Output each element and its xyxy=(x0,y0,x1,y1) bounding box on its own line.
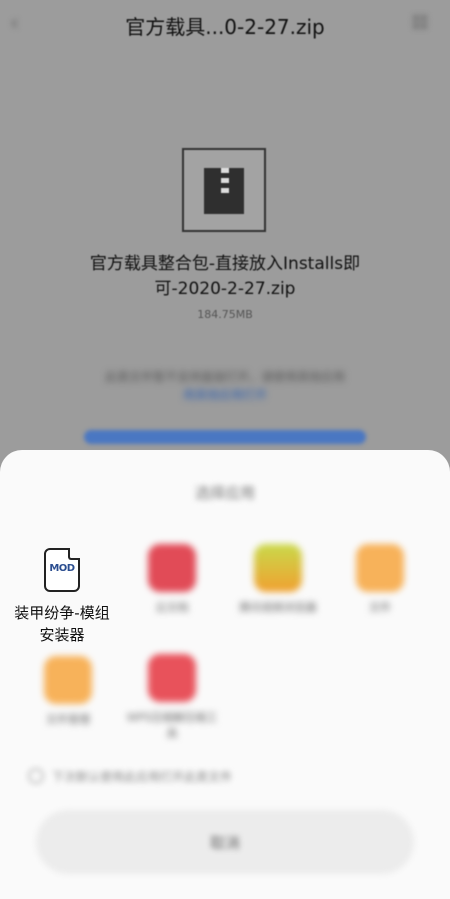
app-label: 云文档 xyxy=(155,601,189,614)
green-yellow-app-icon xyxy=(254,544,302,592)
hint-text: 此类文件暂不支持直接打开，请使用其他应用 xyxy=(104,370,345,384)
header-bar: ‹ 官方载具...0-2-27.zip xyxy=(0,0,450,50)
app-label: 装甲纷争-模组安装器 xyxy=(14,604,110,644)
more-icon[interactable] xyxy=(412,14,432,34)
remember-checkbox[interactable] xyxy=(28,768,44,784)
back-icon[interactable]: ‹ xyxy=(10,13,30,35)
app-label: 腾讯视频浏览器 xyxy=(239,601,317,614)
file-name: 官方载具整合包-直接放入Installs即可-2020-2-27.zip xyxy=(89,254,361,299)
app-mod-installer[interactable]: MOD 装甲纷争-模组安装器 xyxy=(12,548,112,646)
mod-file-icon: MOD xyxy=(44,548,80,592)
folder-icon xyxy=(44,656,92,704)
app-label: 文件 xyxy=(369,601,391,614)
file-size: 184.75MB xyxy=(197,308,253,321)
sheet-title: 选择应用 xyxy=(194,484,255,502)
remember-choice-row[interactable]: 下次默认使用此应用打开此类文件 xyxy=(28,766,288,786)
open-with-link[interactable]: 用其他应用打开 xyxy=(183,388,267,402)
app-video-browser[interactable]: 腾讯视频浏览器 xyxy=(228,544,328,616)
folder-icon xyxy=(356,544,404,592)
app-chooser-sheet: 选择应用 MOD 装甲纷争-模组安装器 云文档 腾讯视频浏览器 文件 文件管理 … xyxy=(0,450,450,899)
red-square-app-icon xyxy=(148,654,196,702)
app-cloud-docs[interactable]: 云文档 xyxy=(122,544,222,616)
app-label: 文件管理 xyxy=(46,713,90,726)
page-title: 官方载具...0-2-27.zip xyxy=(125,14,325,39)
open-with-button[interactable] xyxy=(84,430,366,444)
app-label: WPS压缩解压缩工具 xyxy=(126,711,218,740)
app-files[interactable]: 文件 xyxy=(330,544,430,616)
cancel-button[interactable]: 取消 xyxy=(36,810,414,874)
unsupported-hint: 此类文件暂不支持直接打开，请使用其他应用 用其他应用打开 xyxy=(50,368,400,404)
app-wps-unzip[interactable]: WPS压缩解压缩工具 xyxy=(122,654,222,742)
zip-file-icon xyxy=(182,148,266,232)
app-file-manager[interactable]: 文件管理 xyxy=(18,656,118,728)
remember-label: 下次默认使用此应用打开此类文件 xyxy=(52,769,233,784)
red-app-icon xyxy=(148,544,196,592)
